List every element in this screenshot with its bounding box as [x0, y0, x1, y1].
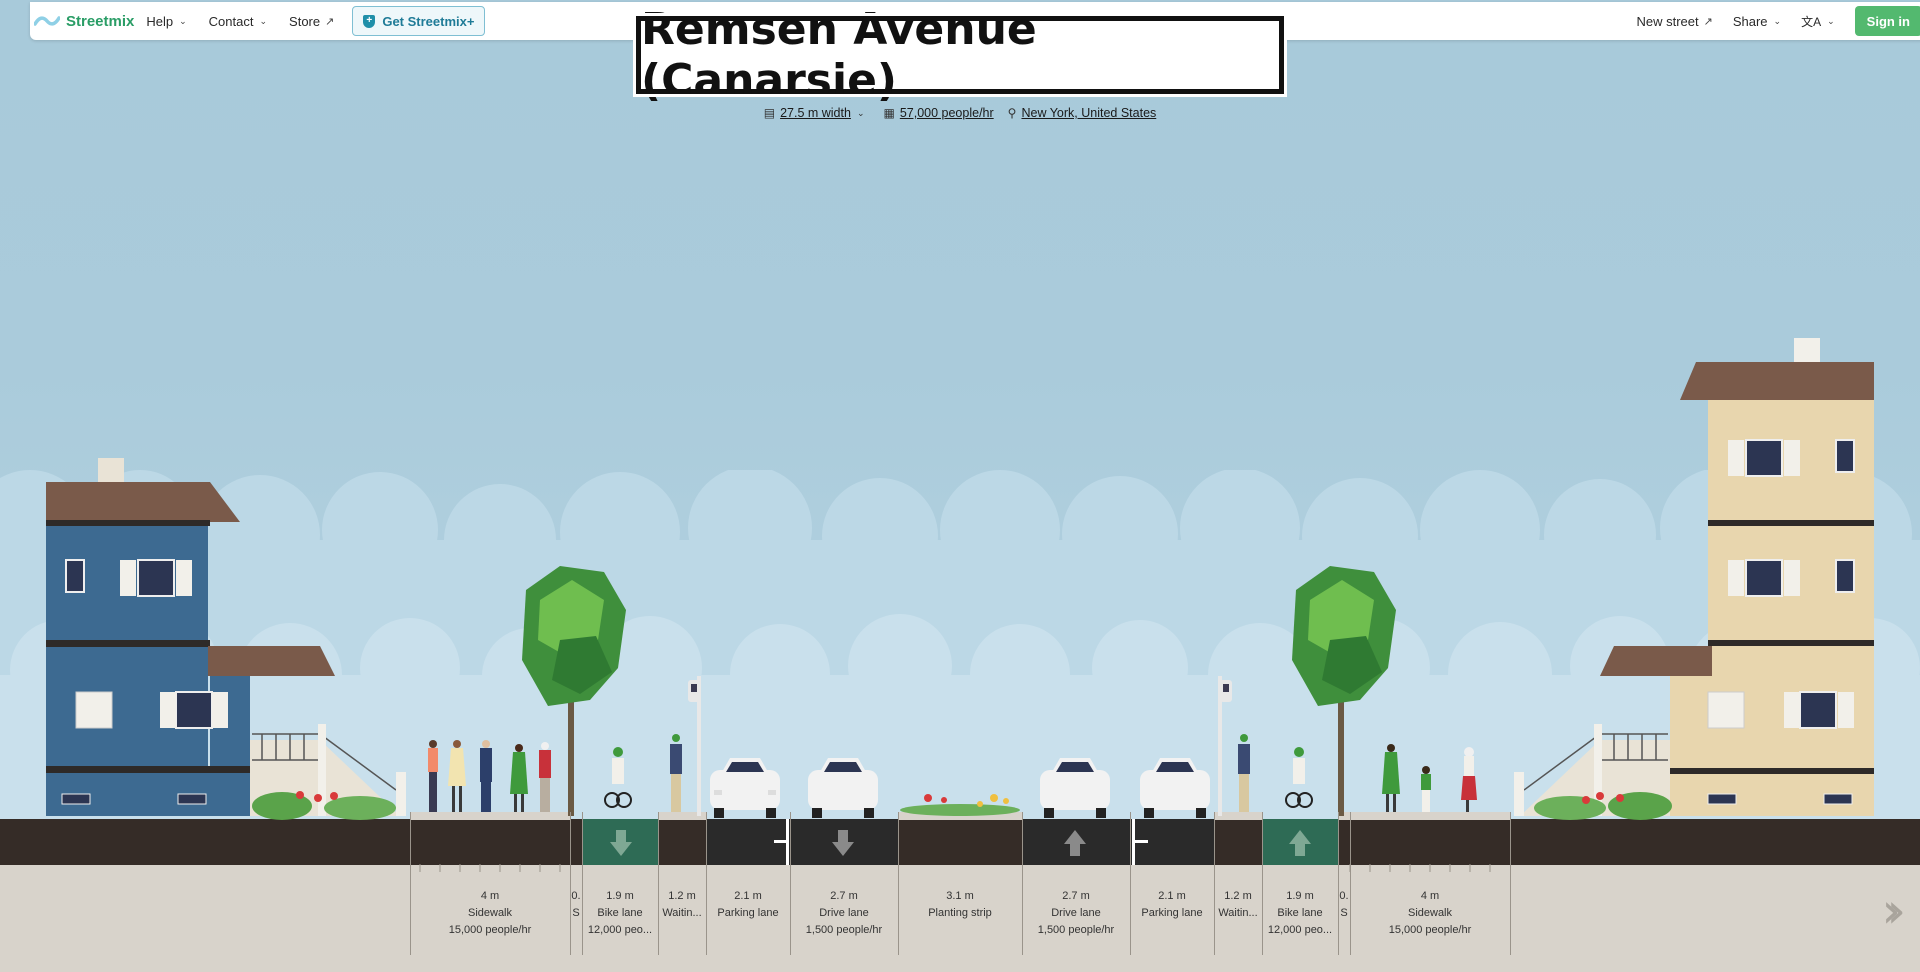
- segment-capacity: 1,500 people/hr: [805, 924, 883, 936]
- pedestrians-left: [428, 740, 551, 812]
- right-sidewalk-surface: [1338, 812, 1510, 820]
- segment-name: Planting strip: [928, 907, 992, 919]
- segment-width: 2.7 m: [830, 890, 858, 902]
- segment-name: S: [572, 907, 580, 919]
- segment-divider: [1338, 812, 1339, 955]
- parked-car-left[interactable]: [710, 758, 780, 818]
- segment-bike-lane-right[interactable]: 1.9 m Bike lane 12,000 peo...: [1262, 888, 1338, 939]
- segment-width: 4 m: [1420, 890, 1440, 902]
- segment-planting-strip[interactable]: 3.1 m Planting strip: [898, 888, 1022, 922]
- segment-name: Drive lane: [1051, 907, 1101, 919]
- cyclist-right: [1285, 747, 1313, 808]
- left-tree[interactable]: [522, 566, 626, 816]
- parked-car-right[interactable]: [1140, 758, 1210, 818]
- segment-width: 2.1 m: [734, 890, 762, 902]
- segment-capacity: 12,000 peo...: [1267, 924, 1333, 936]
- segment-drive-lane-left[interactable]: 2.7 m Drive lane 1,500 people/hr: [790, 888, 898, 939]
- segment-small-left[interactable]: 0. S: [570, 888, 582, 922]
- waiting-person-left: [670, 734, 682, 812]
- segment-name: Drive lane: [819, 907, 869, 919]
- segment-bike-lane-left[interactable]: 1.9 m Bike lane 12,000 peo...: [582, 888, 658, 939]
- left-street-lamp[interactable]: [688, 676, 701, 816]
- segment-sidewalk-left[interactable]: 4 m Sidewalk 15,000 people/hr: [410, 888, 570, 939]
- pedestrians-right: [1382, 744, 1477, 812]
- street-scene: [46, 338, 1874, 872]
- segment-capacity: 15,000 people/hr: [448, 924, 532, 936]
- segment-name: Waitin...: [662, 907, 702, 919]
- segment-divider: [1214, 812, 1215, 955]
- segment-name: Bike lane: [597, 907, 643, 919]
- segment-name: Parking lane: [717, 907, 779, 919]
- segment-width: 0.: [571, 890, 581, 902]
- left-sidewalk-surface: [410, 812, 570, 820]
- segment-width: 1.9 m: [1286, 890, 1314, 902]
- segment-sidewalk-right[interactable]: 4 m Sidewalk 15,000 people/hr: [1350, 888, 1510, 939]
- segment-parking-lane-right[interactable]: 2.1 m Parking lane: [1130, 888, 1214, 922]
- segment-name: Parking lane: [1141, 907, 1203, 919]
- segment-name: Sidewalk: [467, 907, 513, 919]
- segment-capacity: 15,000 people/hr: [1388, 924, 1472, 936]
- segment-name: Sidewalk: [1407, 907, 1453, 919]
- segment-capacity: 1,500 people/hr: [1037, 924, 1115, 936]
- segment-divider: [1510, 812, 1511, 955]
- segment-width: 2.7 m: [1062, 890, 1090, 902]
- segment-width: 0.: [1339, 890, 1349, 902]
- segment-waiting-left[interactable]: 1.2 m Waitin...: [658, 888, 706, 922]
- segment-width: 1.2 m: [1224, 890, 1252, 902]
- segment-divider: [570, 812, 571, 955]
- right-street-lamp[interactable]: [1218, 676, 1232, 816]
- car-right-drive-lane[interactable]: [1040, 758, 1110, 818]
- segment-name: Waitin...: [1218, 907, 1258, 919]
- segment-waiting-right[interactable]: 1.2 m Waitin...: [1214, 888, 1262, 922]
- double-chevron-right-icon[interactable]: ››: [1882, 883, 1907, 939]
- left-building[interactable]: [46, 458, 406, 820]
- segment-name: S: [1340, 907, 1348, 919]
- right-tree[interactable]: [1292, 566, 1396, 816]
- segment-width: 3.1 m: [946, 890, 974, 902]
- segment-divider: [706, 812, 707, 955]
- ruler-ticks: [419, 864, 1491, 872]
- segment-width: 4 m: [480, 890, 500, 902]
- segment-width: 1.9 m: [606, 890, 634, 902]
- segment-small-right[interactable]: 0. S: [1338, 888, 1350, 922]
- segment-divider: [1130, 812, 1131, 955]
- planting-strip-plants[interactable]: [900, 794, 1020, 816]
- segment-width: 2.1 m: [1158, 890, 1186, 902]
- segment-name: Bike lane: [1277, 907, 1323, 919]
- segment-parking-lane-left[interactable]: 2.1 m Parking lane: [706, 888, 790, 922]
- segment-divider: [658, 812, 659, 955]
- cyclist-left: [604, 747, 632, 808]
- segment-width: 1.2 m: [668, 890, 696, 902]
- right-building[interactable]: [1514, 338, 1874, 820]
- segment-drive-lane-right[interactable]: 2.7 m Drive lane 1,500 people/hr: [1022, 888, 1130, 939]
- waiting-person-right: [1238, 734, 1250, 812]
- car-left-drive-lane[interactable]: [808, 758, 878, 818]
- segment-divider: [898, 812, 899, 955]
- segment-capacity: 12,000 peo...: [587, 924, 653, 936]
